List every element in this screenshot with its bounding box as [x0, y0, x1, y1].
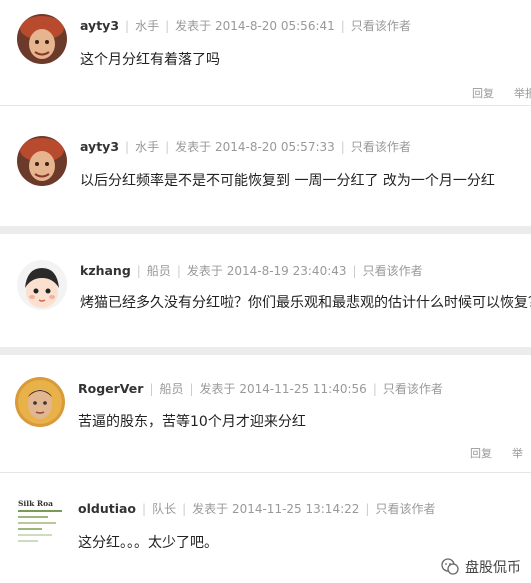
- avatar[interactable]: [17, 260, 67, 310]
- user-rank: 船员: [159, 382, 184, 396]
- post-time: 发表于 2014-8-20 05:56:41: [175, 19, 335, 33]
- report-button[interactable]: 举: [512, 447, 523, 460]
- post-content: 这分红。。。太少了吧。: [78, 535, 218, 551]
- section-separator: [0, 347, 531, 355]
- avatar-cartoon-face-icon: [17, 260, 67, 310]
- only-author-link[interactable]: 只看该作者: [351, 19, 411, 33]
- avatar-logo-text: Silk Roa: [18, 499, 53, 508]
- post-meta: RogerVer | 船员 | 发表于 2014-11-25 11:40:56 | 只看该作…: [78, 381, 443, 396]
- user-rank: 水手: [135, 140, 160, 154]
- wechat-icon: [441, 558, 459, 575]
- username[interactable]: RogerVer: [78, 381, 143, 396]
- reply-button[interactable]: 回复: [470, 447, 492, 460]
- report-button[interactable]: 举报: [514, 87, 531, 100]
- post: kzhang | 船员 | 发表于 2014-8-19 23:40:43 | 只看该作者 烤…: [0, 234, 531, 347]
- avatar[interactable]: Silk Roa: [15, 495, 67, 551]
- avatar[interactable]: [17, 136, 67, 186]
- post-meta: ayty3 | 水手 | 发表于 2014-8-20 05:56:41 | 只看该作者: [80, 18, 411, 33]
- post: RogerVer | 船员 | 发表于 2014-11-25 11:40:56 | 只看该作…: [0, 355, 531, 472]
- post-footer: 回复 举报: [472, 85, 531, 101]
- user-rank: 队长: [152, 502, 177, 516]
- section-separator: [0, 226, 531, 234]
- watermark: 盘股侃币: [441, 557, 521, 577]
- post: ayty3 | 水手 | 发表于 2014-8-20 05:57:33 | 只看该作者 以后…: [0, 106, 531, 226]
- avatar-pirate-icon: [17, 14, 67, 64]
- username[interactable]: kzhang: [80, 263, 131, 278]
- post-meta: kzhang | 船员 | 发表于 2014-8-19 23:40:43 | 只看该作者: [80, 263, 423, 278]
- username[interactable]: ayty3: [80, 18, 119, 33]
- user-rank: 船员: [146, 264, 171, 278]
- post-time: 发表于 2014-8-19 23:40:43: [186, 264, 347, 278]
- avatar[interactable]: [17, 14, 67, 64]
- reply-button[interactable]: 回复: [472, 87, 494, 100]
- post-content: 这个月分红有着落了吗: [80, 52, 220, 68]
- username[interactable]: oldutiao: [78, 501, 136, 516]
- only-author-link[interactable]: 只看该作者: [363, 264, 423, 278]
- avatar-pirate-icon: [17, 136, 67, 186]
- avatar-photo-icon: [15, 377, 65, 427]
- only-author-link[interactable]: 只看该作者: [351, 140, 411, 154]
- post-time: 发表于 2014-8-20 05:57:33: [175, 140, 335, 154]
- only-author-link[interactable]: 只看该作者: [375, 502, 435, 516]
- post: ayty3 | 水手 | 发表于 2014-8-20 05:56:41 | 只看该作者 这个…: [0, 0, 531, 105]
- post-footer: 回复 举: [470, 445, 523, 461]
- post-content: 以后分红频率是不是不可能恢复到 一周一分红了 改为一个月一分红: [80, 173, 495, 189]
- username[interactable]: ayty3: [80, 139, 119, 154]
- avatar[interactable]: [15, 377, 65, 427]
- post-content: 烤猫已经多久没有分红啦？你们最乐观和最悲观的估计什么时候可以恢复？: [80, 295, 531, 311]
- post-time: 发表于 2014-11-25 11:40:56: [199, 382, 367, 396]
- user-rank: 水手: [135, 19, 160, 33]
- watermark-text: 盘股侃币: [465, 560, 521, 576]
- only-author-link[interactable]: 只看该作者: [383, 382, 443, 396]
- post-meta: ayty3 | 水手 | 发表于 2014-8-20 05:57:33 | 只看该作者: [80, 139, 411, 154]
- post-meta: oldutiao | 队长 | 发表于 2014-11-25 13:14:22 | 只看该作…: [78, 501, 436, 516]
- post-content: 苦逼的股东，苦等10个月才迎来分红: [78, 414, 306, 430]
- avatar-silk-road-logo-icon: Silk Roa: [15, 495, 67, 551]
- post-time: 发表于 2014-11-25 13:14:22: [192, 502, 360, 516]
